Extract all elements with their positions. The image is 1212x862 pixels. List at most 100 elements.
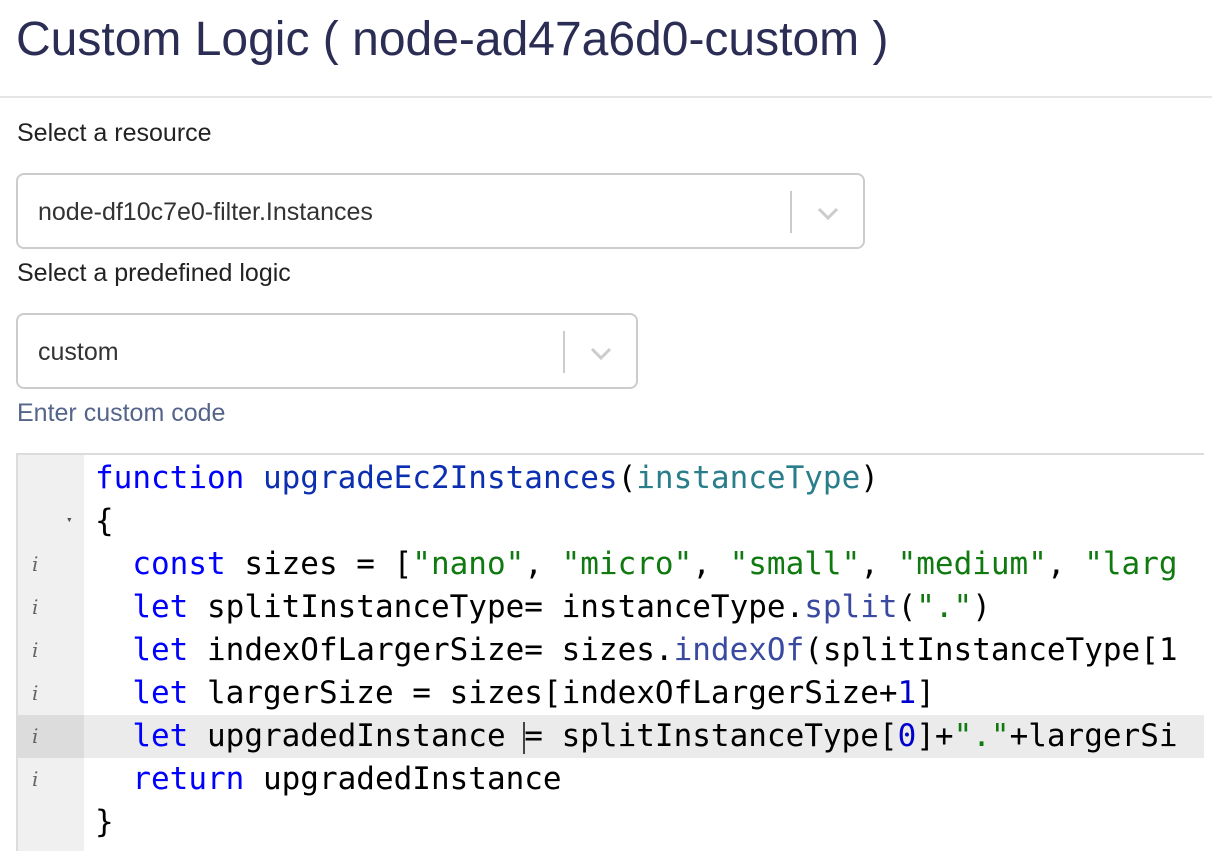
code-token: (: [617, 460, 637, 496]
code-text: {: [95, 500, 114, 543]
gutter-cell: i: [18, 629, 84, 672]
info-icon[interactable]: i: [32, 629, 38, 672]
code-token: ): [860, 460, 879, 496]
code-text: let splitInstanceType= instanceType.spli…: [95, 586, 991, 629]
code-token: indexOfLargerSize= sizes.: [188, 632, 674, 668]
resource-select-value: node-df10c7e0-filter.Instances: [38, 198, 373, 226]
code-text: let upgradedInstance = splitInstanceType…: [95, 715, 1178, 758]
code-token: ".": [916, 589, 973, 625]
code-token: upgradedInstance: [188, 718, 525, 754]
code-token: let: [132, 675, 189, 711]
predefined-logic-select-value: custom: [38, 338, 119, 366]
code-token: {: [95, 503, 114, 539]
info-icon[interactable]: i: [32, 715, 38, 758]
code-token: +largerSi: [1009, 718, 1178, 754]
predefined-logic-select-separator: [563, 331, 565, 373]
code-text: let indexOfLargerSize= sizes.indexOf(spl…: [95, 629, 1178, 672]
code-text: let largerSize = sizes[indexOfLargerSize…: [95, 672, 935, 715]
gutter-cell: i: [18, 758, 84, 801]
code-token: = splitInstanceType[: [524, 718, 898, 754]
code-token: instanceType: [636, 460, 861, 496]
info-icon[interactable]: i: [32, 672, 38, 715]
gutter-cell: [18, 457, 84, 500]
predefined-logic-label: Select a predefined logic: [17, 259, 291, 287]
code-token: 1: [897, 675, 917, 711]
code-line[interactable]: i function ...... (){: [18, 844, 1204, 851]
code-token: ): [972, 589, 991, 625]
code-token: ,: [860, 546, 898, 582]
code-token: "micro": [561, 546, 693, 582]
code-line[interactable]: i let indexOfLargerSize= sizes.indexOf(s…: [18, 629, 1204, 672]
code-text: }: [95, 801, 114, 844]
code-token: 0: [897, 718, 917, 754]
code-text: return upgradedInstance: [95, 758, 562, 801]
code-line[interactable]: i const sizes = ["nano", "micro", "small…: [18, 543, 1204, 586]
gutter-cell: i: [18, 586, 84, 629]
code-editor[interactable]: function upgradeEc2Instances(instanceTyp…: [16, 453, 1204, 851]
code-token: let: [132, 589, 189, 625]
code-line[interactable]: }: [18, 801, 1204, 844]
gutter-cell: [18, 801, 84, 844]
predefined-logic-select[interactable]: custom: [16, 313, 638, 389]
code-token: ,: [692, 546, 730, 582]
code-token: function: [95, 460, 245, 496]
code-token: upgradedInstance: [244, 761, 562, 797]
gutter-cell: i: [18, 844, 84, 851]
gutter-cell: i: [18, 715, 84, 758]
code-token: "medium": [897, 546, 1047, 582]
code-token: "larg: [1084, 546, 1178, 582]
resource-label: Select a resource: [17, 119, 212, 147]
fold-arrow-icon[interactable]: ▾: [66, 500, 73, 540]
gutter-cell: ▾: [18, 500, 84, 543]
code-token: }: [95, 804, 114, 840]
code-token: (splitInstanceType[1: [804, 632, 1178, 668]
code-line[interactable]: ▾{: [18, 500, 1204, 543]
code-token: ]+: [916, 718, 954, 754]
code-text: const sizes = ["nano", "micro", "small",…: [95, 543, 1178, 586]
code-token: function: [151, 847, 300, 851]
code-token: ...... (){: [300, 847, 506, 851]
code-token: "small": [729, 546, 861, 582]
code-line[interactable]: i let splitInstanceType= instanceType.sp…: [18, 586, 1204, 629]
resource-select[interactable]: node-df10c7e0-filter.Instances: [16, 173, 865, 249]
code-line[interactable]: i return upgradedInstance: [18, 758, 1204, 801]
info-icon[interactable]: i: [32, 758, 38, 801]
custom-code-label: Enter custom code: [17, 399, 226, 427]
info-icon[interactable]: i: [32, 844, 38, 851]
code-token: splitInstanceType= instanceType.: [188, 589, 805, 625]
code-token: ,: [524, 546, 562, 582]
code-text: function upgradeEc2Instances(instanceTyp…: [95, 457, 879, 500]
info-icon[interactable]: i: [32, 586, 38, 629]
code-token: ]: [916, 675, 935, 711]
code-line[interactable]: i let upgradedInstance = splitInstanceTy…: [18, 715, 1204, 758]
code-token: "nano": [412, 546, 525, 582]
code-token: return: [132, 761, 245, 797]
chevron-down-icon[interactable]: [587, 339, 615, 367]
gutter-cell: i: [18, 543, 84, 586]
code-token: ".": [953, 718, 1010, 754]
code-token: (: [897, 589, 917, 625]
gutter-cell: i: [18, 672, 84, 715]
code-token: indexOf: [673, 632, 805, 668]
code-token: ,: [1046, 546, 1085, 582]
code-token: sizes = [: [225, 546, 413, 582]
code-line[interactable]: i let largerSize = sizes[indexOfLargerSi…: [18, 672, 1204, 715]
code-token: split: [804, 589, 898, 625]
code-token: upgradeEc2Instances: [262, 460, 618, 496]
header-divider: [0, 96, 1212, 98]
info-icon[interactable]: i: [32, 543, 38, 586]
chevron-down-icon[interactable]: [814, 199, 842, 227]
code-token: let: [132, 632, 189, 668]
code-token: const: [132, 546, 226, 582]
code-text: function ...... (){: [95, 844, 506, 851]
code-token: largerSize = sizes[indexOfLargerSize+: [188, 675, 898, 711]
code-line[interactable]: function upgradeEc2Instances(instanceTyp…: [18, 457, 1204, 500]
